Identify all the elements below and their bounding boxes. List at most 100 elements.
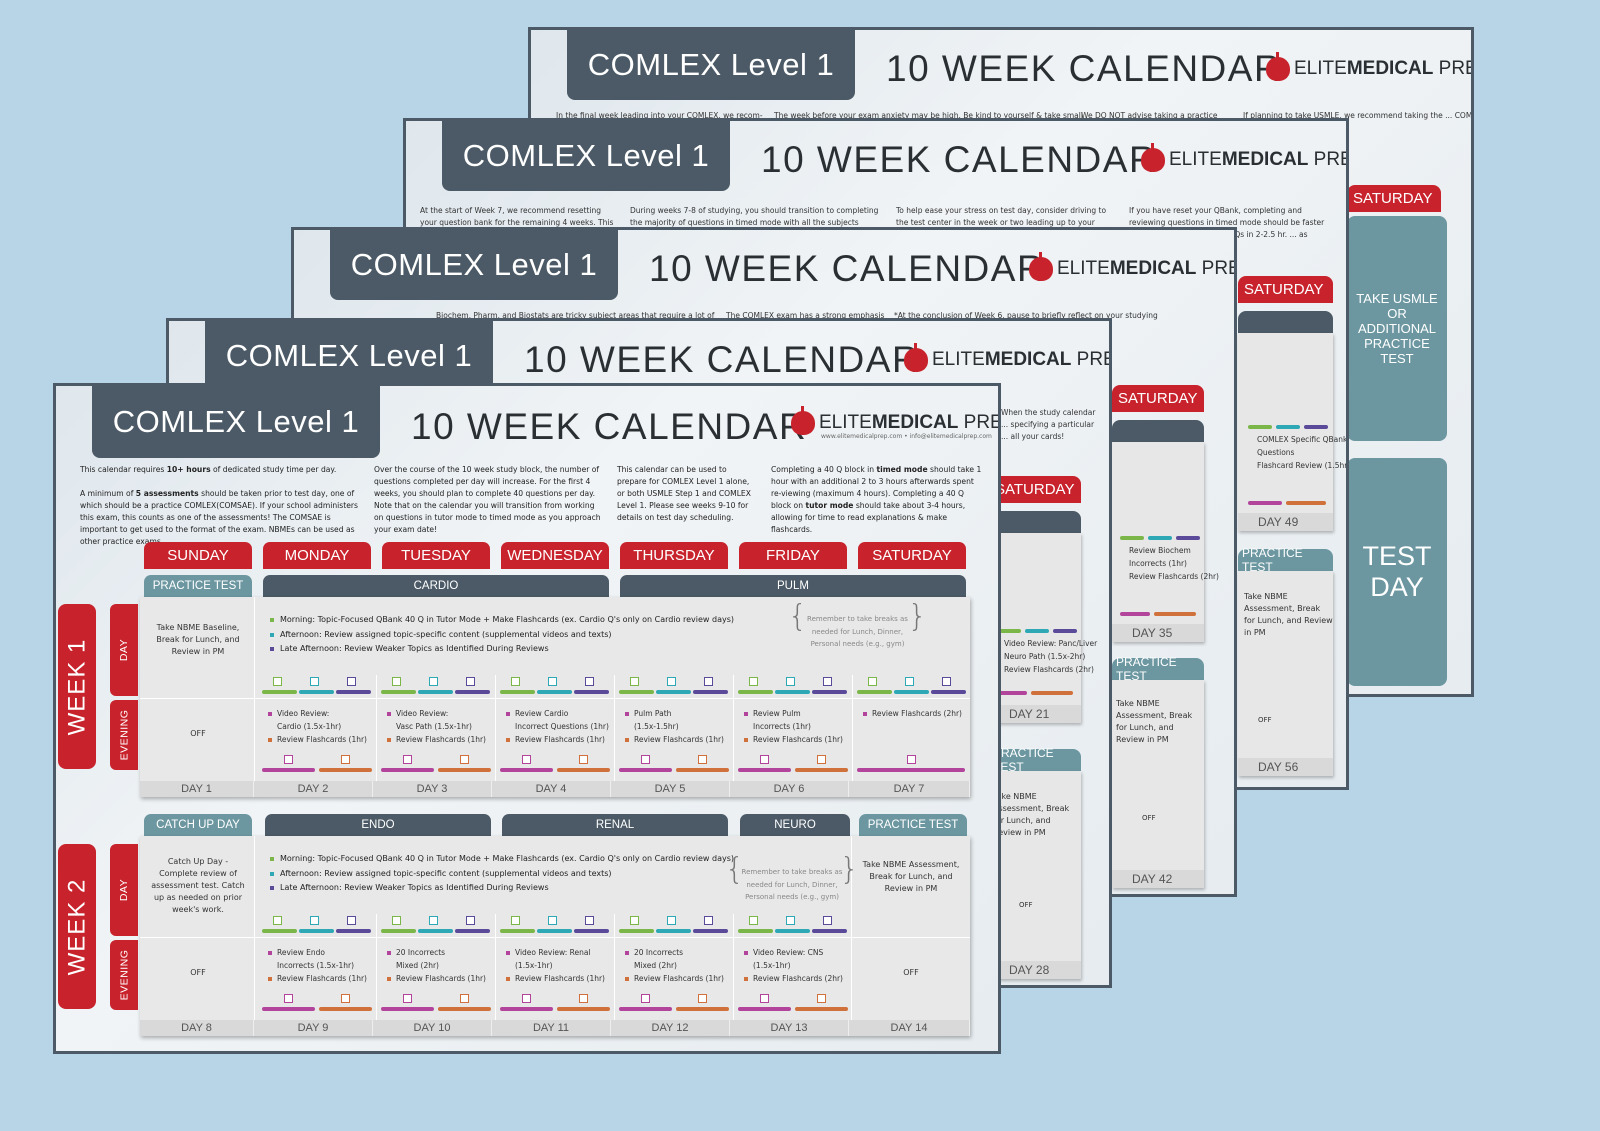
- brand-contact: www.elitemedicalprep.com • info@elitemed…: [821, 433, 992, 440]
- task-bar: [336, 929, 371, 933]
- task-bar: [319, 1007, 372, 1011]
- task-checkbox[interactable]: [585, 916, 594, 925]
- task-checkbox[interactable]: [760, 994, 769, 1003]
- task-bar: [619, 690, 654, 694]
- task-checkbox[interactable]: [284, 755, 293, 764]
- evening-task: (1.5x-1hr): [515, 961, 553, 970]
- day-header-saturday: SATURDAY: [1347, 185, 1441, 212]
- intro-column-3: This calendar can be used to prepare for…: [617, 465, 751, 522]
- task-checkbox[interactable]: [466, 916, 475, 925]
- task-checkbox[interactable]: [749, 677, 758, 686]
- day-header-friday: FRIDAY: [739, 542, 847, 569]
- day-column: Video Review: Renal (1.5x-1hr) Review Flas…: [495, 836, 613, 1020]
- day-card: COMLEX Specific QBank: Questions Flashca…: [1238, 333, 1346, 531]
- task-checkbox[interactable]: [341, 755, 350, 764]
- task-checkbox[interactable]: [698, 755, 707, 764]
- task-checkbox[interactable]: [511, 916, 520, 925]
- task-checkbox[interactable]: [460, 755, 469, 764]
- task-checkbox[interactable]: [641, 755, 650, 764]
- day-header-sunday: SUNDAY: [144, 542, 252, 569]
- task-bar: [500, 929, 535, 933]
- task-checkbox[interactable]: [868, 677, 877, 686]
- evening-task: Review Cardio: [506, 707, 609, 720]
- day-column: 20 Incorrects Mixed (2hr) Review Flashcard…: [376, 836, 494, 1020]
- task-checkbox[interactable]: [760, 755, 769, 764]
- task-checkbox[interactable]: [522, 994, 531, 1003]
- apple-caduceus-icon: [1266, 52, 1290, 81]
- task-checkbox[interactable]: [579, 755, 588, 764]
- task-checkbox[interactable]: [310, 916, 319, 925]
- task-checkbox[interactable]: [511, 677, 520, 686]
- task-checkbox[interactable]: [786, 916, 795, 925]
- task-checkbox[interactable]: [823, 677, 832, 686]
- task-checkbox[interactable]: [392, 677, 401, 686]
- task-bar: [812, 690, 847, 694]
- task-checkbox[interactable]: [284, 994, 293, 1003]
- exam-title: COMLEX Level 1: [205, 321, 493, 391]
- task-bar: [619, 768, 672, 772]
- evening-tasks: Video Review: Vasc Path (1.5x-1hr) Review …: [387, 707, 486, 746]
- task-checkbox[interactable]: [704, 916, 713, 925]
- task-checkbox[interactable]: [466, 677, 475, 686]
- task-checkbox[interactable]: [698, 994, 707, 1003]
- task-checkbox[interactable]: [579, 994, 588, 1003]
- task-checkbox[interactable]: [273, 916, 282, 925]
- task-checkbox[interactable]: [341, 994, 350, 1003]
- task-bar: [574, 690, 609, 694]
- task-checkbox[interactable]: [667, 677, 676, 686]
- evening-task: Video Review: CNS: [744, 946, 843, 959]
- sunday-evening-task: OFF: [190, 729, 206, 738]
- task-checkbox[interactable]: [460, 994, 469, 1003]
- task-checkbox[interactable]: [630, 677, 639, 686]
- evening-tasks: Review Pulm Incorrects (1hr) Review Flashc…: [744, 707, 843, 746]
- task-checkbox[interactable]: [585, 677, 594, 686]
- task-checkbox[interactable]: [310, 677, 319, 686]
- task-checkbox[interactable]: [704, 677, 713, 686]
- task-checkbox[interactable]: [786, 677, 795, 686]
- task-checkbox[interactable]: [273, 677, 282, 686]
- evening-task: Review Flashcards (2hr): [863, 707, 962, 720]
- task-checkbox[interactable]: [817, 994, 826, 1003]
- task-checkbox[interactable]: [641, 994, 650, 1003]
- task-checkbox[interactable]: [905, 677, 914, 686]
- topic-header: [1112, 420, 1204, 442]
- task-checkbox[interactable]: [347, 916, 356, 925]
- day-card: Take NBME Assessment, Break for Lunch, a…: [1112, 680, 1204, 888]
- task-bar: [500, 1007, 553, 1011]
- task-checkbox[interactable]: [392, 916, 401, 925]
- task-checkbox[interactable]: [548, 677, 557, 686]
- topic-cardio: CARDIO: [263, 575, 609, 597]
- usmle-practice-box: TAKE USMLE OR ADDITIONAL PRACTICE TEST: [1347, 216, 1447, 441]
- evening-tasks: Review Cardio Incorrect Questions (1hr) Re…: [506, 707, 609, 746]
- test-day-box: TEST DAY: [1347, 458, 1447, 686]
- task-checkbox[interactable]: [667, 916, 676, 925]
- task-checkbox[interactable]: [907, 755, 916, 764]
- day-column: Video Review: Cardio (1.5x-1hr) Review Fla…: [260, 597, 375, 781]
- apple-caduceus-icon: [1141, 143, 1165, 172]
- evening-task: (1.5x-1hr): [753, 961, 791, 970]
- task-checkbox[interactable]: [403, 755, 412, 764]
- task-checkbox[interactable]: [403, 994, 412, 1003]
- day-header-monday: MONDAY: [263, 542, 371, 569]
- task-checkbox[interactable]: [942, 677, 951, 686]
- task-bar: [455, 690, 490, 694]
- task-checkbox[interactable]: [548, 916, 557, 925]
- task-checkbox[interactable]: [522, 755, 531, 764]
- topic-pulm: PULM: [620, 575, 966, 597]
- day-column: Video Review: CNS (1.5x-1hr) Review Flashc…: [733, 836, 851, 1020]
- task-bar: [812, 929, 847, 933]
- topic-catch-up-day: CATCH UP DAY: [144, 814, 252, 836]
- task-checkbox[interactable]: [630, 916, 639, 925]
- day-header-wednesday: WEDNESDAY: [501, 542, 609, 569]
- day-card: Take NBME Assessment, Break for Lunch, a…: [989, 771, 1081, 979]
- task-checkbox[interactable]: [749, 916, 758, 925]
- day-number: DAY 28: [989, 961, 1081, 979]
- week-2-day-numbers: DAY 8 DAY 9 DAY 10 DAY 11 DAY 12 DAY 13 …: [140, 1020, 970, 1036]
- evening-task: Review Pulm: [744, 707, 843, 720]
- task-bar: [775, 929, 810, 933]
- task-checkbox[interactable]: [347, 677, 356, 686]
- task-checkbox[interactable]: [429, 677, 438, 686]
- task-checkbox[interactable]: [823, 916, 832, 925]
- task-checkbox[interactable]: [429, 916, 438, 925]
- task-checkbox[interactable]: [817, 755, 826, 764]
